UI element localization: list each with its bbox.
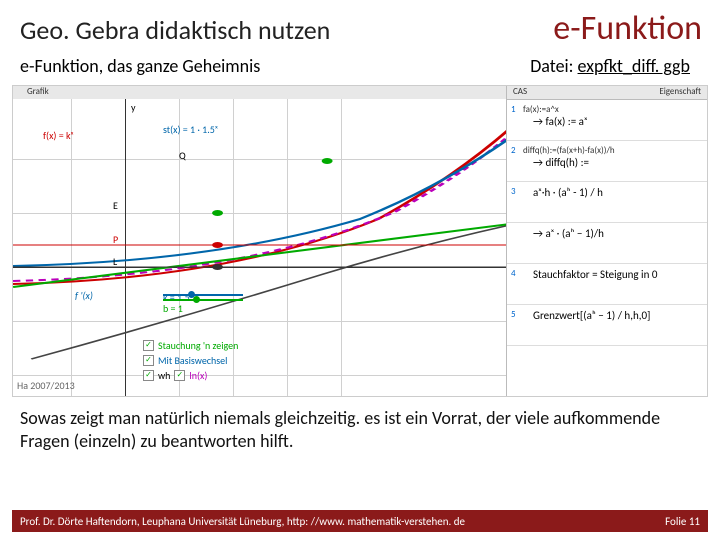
chk-wh[interactable]: wh xyxy=(158,369,170,382)
label-L: L xyxy=(113,255,117,268)
footer-bar: Prof. Dr. Dörte Haftendorn, Leuphana Uni… xyxy=(12,510,708,532)
cas-header: CAS xyxy=(513,86,527,97)
cas-row: 3aˣ·h · (aʰ - 1) / h xyxy=(507,182,707,223)
credit: Ha 2007/2013 xyxy=(17,379,75,392)
cas-row: 1fa(x):=a^x→ fa(x) := aˣ xyxy=(507,100,707,141)
footer-author: Prof. Dr. Dörte Haftendorn, Leuphana Uni… xyxy=(20,515,465,528)
caption-text: Sowas zeigt man natürlich niemals gleich… xyxy=(0,397,720,454)
cas-row: 2diffq(h):=(fa(x+h)-fa(x))/h→ diffq(h) :… xyxy=(507,141,707,182)
subtitle-left: e-Funktion, das ganze Geheimnis xyxy=(20,55,260,77)
checkbox-icon[interactable]: ✓ xyxy=(174,370,185,381)
label-y: y xyxy=(131,101,136,114)
cas-row: 4Stauchfaktor = Steigung in 0 xyxy=(507,264,707,305)
file-reference: Datei: expfkt_diff. ggb xyxy=(530,55,690,77)
breadcrumb: Geo. Gebra didaktisch nutzen xyxy=(20,14,330,46)
label-P: P xyxy=(113,233,118,246)
label-E: E xyxy=(113,199,118,212)
label-Q: Q xyxy=(179,149,186,162)
file-link[interactable]: expfkt_diff. ggb xyxy=(578,55,690,77)
checkbox-icon[interactable]: ✓ xyxy=(143,340,154,351)
label-st: st(x) = 1 · 1.5ˣ xyxy=(163,123,218,136)
chk-stauchung[interactable]: Stauchung 'n zeigen xyxy=(158,339,238,352)
page-title: e-Funktion xyxy=(553,8,702,49)
geogebra-screenshot: Algebra p(x) = 0.405q(x) = ln (x)r(x) = … xyxy=(12,85,708,397)
label-fprime: f '(x) xyxy=(75,289,93,302)
checkbox-icon[interactable]: ✓ xyxy=(143,370,154,381)
checkbox-icon[interactable]: ✓ xyxy=(143,355,154,366)
cas-eigenschaft: Eigenschaft xyxy=(659,86,707,97)
chk-basiswechsel[interactable]: Mit Basiswechsel xyxy=(158,354,227,367)
cas-panel: CAS Eigenschaft 1fa(x):=a^x→ fa(x) := aˣ… xyxy=(506,86,707,396)
footer-page: Folie 11 xyxy=(665,515,700,528)
cas-row: → aˣ · (aʰ − 1)/h xyxy=(507,223,707,264)
slider-b-label: b = 1 xyxy=(163,302,183,315)
cas-row: 5Grenzwert[(aʰ − 1) / h,h,0] xyxy=(507,305,707,346)
label-f: f(x) = kˣ xyxy=(43,129,74,142)
